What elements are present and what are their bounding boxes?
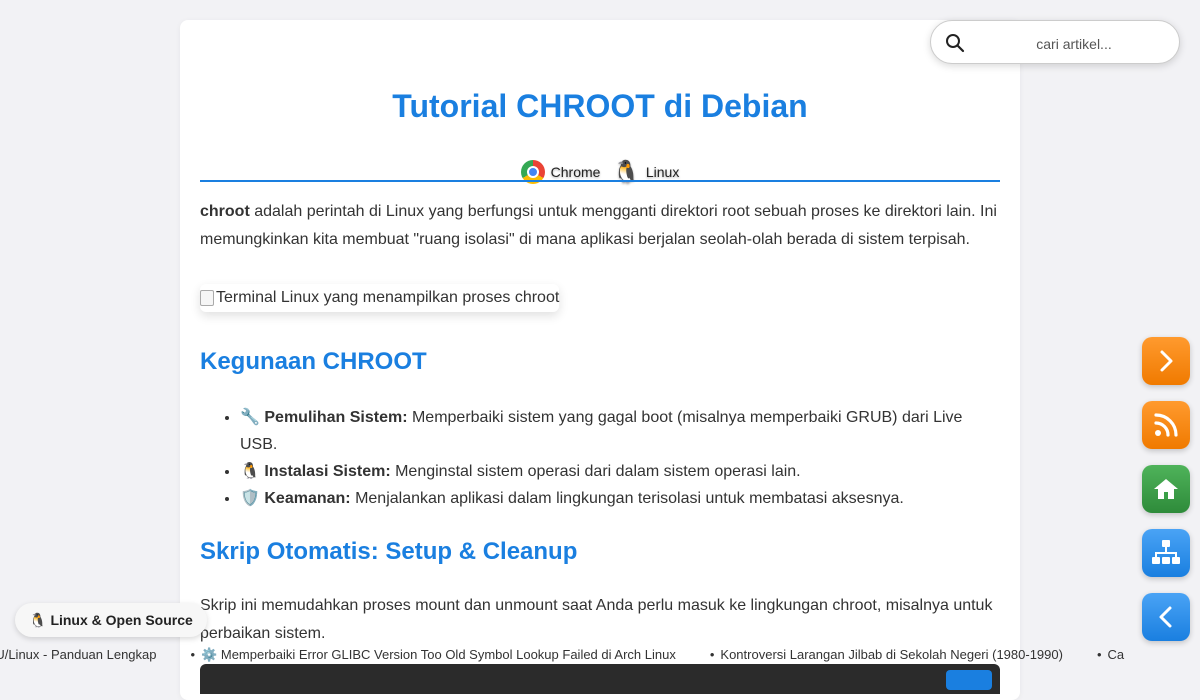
home-button[interactable] (1142, 465, 1190, 513)
list-item-term: Pemulihan Sistem: (264, 409, 408, 426)
tag-label: Linux (645, 164, 680, 180)
ticker-link[interactable]: Panduan Lengkap Instalasi Debian GNU/Lin… (0, 647, 157, 663)
intro-text: adalah perintah di Linux yang berfungsi … (200, 203, 997, 248)
news-ticker: Panduan Lengkap Instalasi Debian GNU/Lin… (0, 645, 1200, 665)
uses-list: 🔧 Pemulihan Sistem: Memperbaiki sistem y… (200, 404, 1000, 512)
shield-icon: 🛡️ (240, 490, 260, 507)
penguin-icon: 🐧 (240, 463, 260, 480)
list-item: 🐧 Instalasi Sistem: Menginstal sistem op… (240, 458, 1000, 485)
sitemap-icon (1152, 540, 1180, 564)
title-divider (200, 180, 1000, 182)
list-item-term: Keamanan: (264, 490, 351, 507)
category-badge-label: Linux & Open Source (50, 612, 193, 628)
list-item-term: Instalasi Sistem: (264, 463, 391, 480)
code-block-header (200, 664, 1000, 694)
chevron-right-icon (1160, 350, 1173, 372)
intro-paragraph: chroot adalah perintah di Linux yang ber… (200, 198, 1000, 254)
tag-label: Chrome (550, 164, 601, 180)
copy-code-button[interactable] (946, 670, 992, 690)
list-item-text: Menjalankan aplikasi dalam lingkungan te… (350, 490, 904, 507)
sitemap-button[interactable] (1142, 529, 1190, 577)
category-badge[interactable]: 🐧 Linux & Open Source (15, 603, 207, 637)
home-icon (1154, 479, 1178, 499)
article-image: Terminal Linux yang menampilkan proses c… (200, 284, 560, 312)
list-item-text: Menginstal sistem operasi dari dalam sis… (390, 463, 801, 480)
article-card: Tutorial CHROOT di Debian Chrome 🐧 Linux… (180, 20, 1020, 700)
broken-image-icon (200, 290, 214, 306)
section-heading-script: Skrip Otomatis: Setup & Cleanup (200, 538, 578, 565)
ticker-link[interactable]: ⚙️ Memperbaiki Error GLIBC Version Too O… (191, 647, 676, 663)
back-button[interactable] (1142, 593, 1190, 641)
page-title: Tutorial CHROOT di Debian (392, 88, 808, 124)
rss-icon (1154, 413, 1178, 437)
ticker-link[interactable]: Ca (1097, 647, 1125, 663)
list-item: 🛡️ Keamanan: Menjalankan aplikasi dalam … (240, 485, 1000, 512)
rss-feed-button[interactable] (1142, 401, 1190, 449)
chevron-left-icon (1159, 606, 1172, 628)
wrench-icon: 🔧 (240, 409, 260, 426)
list-item: 🔧 Pemulihan Sistem: Memperbaiki sistem y… (240, 404, 1000, 458)
search-box (930, 20, 1180, 64)
intro-term: chroot (200, 203, 250, 220)
ticker-track: Panduan Lengkap Instalasi Debian GNU/Lin… (0, 647, 1158, 663)
search-icon[interactable] (945, 33, 965, 53)
ticker-link[interactable]: Kontroversi Larangan Jilbab di Sekolah N… (710, 647, 1063, 663)
script-paragraph: Skrip ini memudahkan proses mount dan un… (200, 597, 993, 642)
image-alt-text: Terminal Linux yang menampilkan proses c… (216, 289, 560, 306)
next-article-button[interactable] (1142, 337, 1190, 385)
penguin-icon: 🐧 (29, 611, 47, 628)
section-heading-uses: Kegunaan CHROOT (200, 348, 427, 375)
search-input[interactable] (977, 31, 1171, 57)
